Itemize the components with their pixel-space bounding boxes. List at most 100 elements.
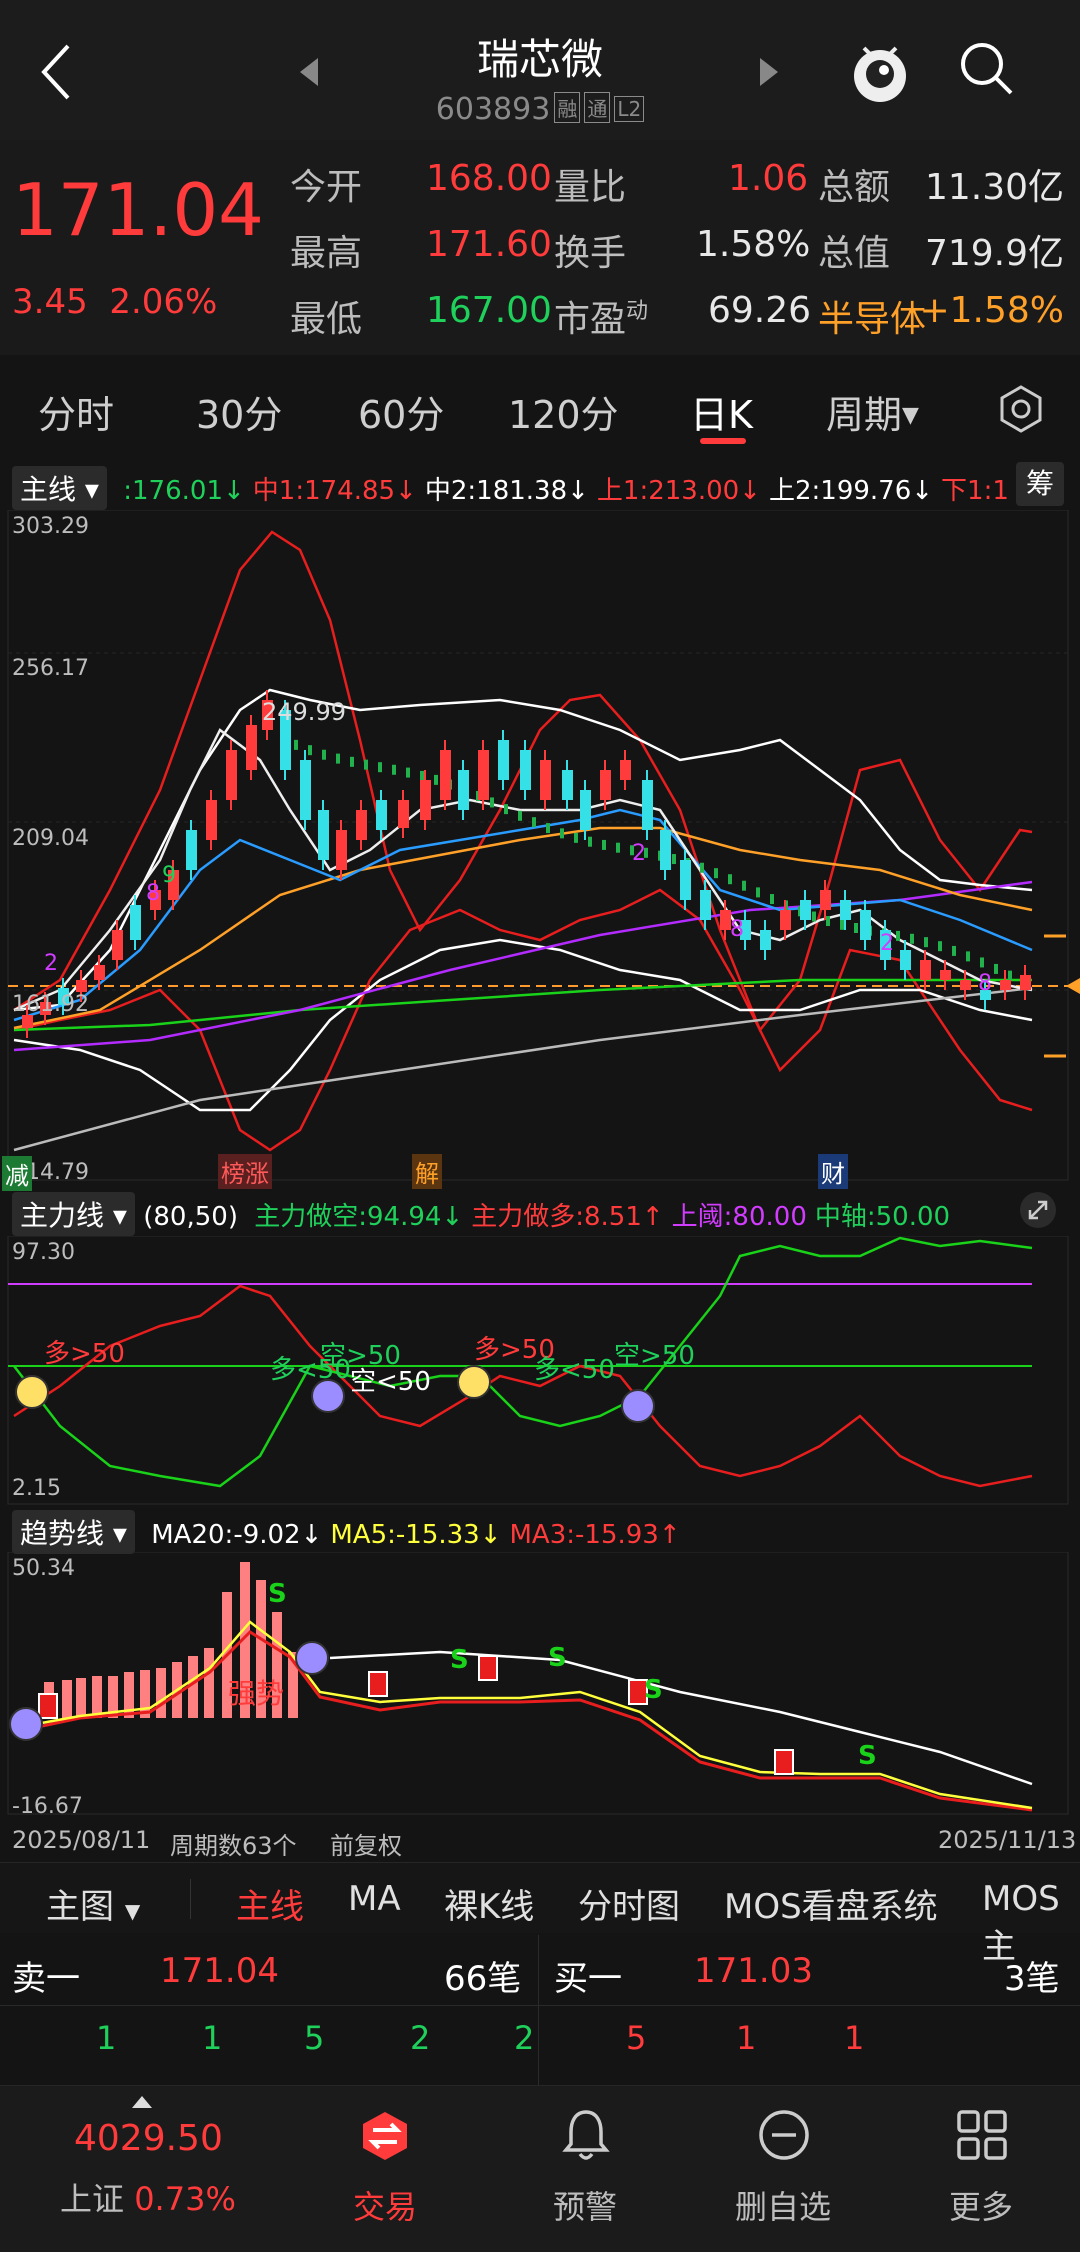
dotted-signal-line — [504, 804, 508, 815]
indicator-value: 上1:213.00↓ — [596, 476, 761, 506]
dotted-signal-line — [392, 764, 396, 775]
power-indicator-row: 主力线 ▾ (80,50) 主力做空:94.94↓ 主力做多:8.51↑ 上阈:80… — [12, 1192, 950, 1236]
candle-body — [580, 790, 591, 830]
tab-main-chart[interactable]: 主图 ▼ — [46, 1879, 140, 1928]
signal-icon — [9, 1707, 43, 1741]
tab-daily[interactable]: 日K — [690, 384, 753, 439]
candle-body — [1000, 980, 1011, 990]
nav-more-label: 更多 — [948, 2188, 1013, 2226]
kline-chart[interactable]: 2892828 — [0, 510, 1080, 1182]
adjust-mode[interactable]: 前复权 — [330, 1826, 402, 1861]
dotted-signal-line — [812, 911, 816, 922]
buy-detail-1: 5 — [626, 2019, 647, 2057]
power-indicator-values: 主力做空:94.94↓ 主力做多:8.51↑ 上阈:80.00 中轴:50.00 — [246, 1202, 950, 1232]
ma20-line — [329, 1650, 1033, 1786]
nav-trade[interactable]: 交易 — [300, 2086, 470, 2252]
candle-body — [960, 980, 971, 990]
quote-value: 11.30亿 — [924, 167, 1064, 208]
sell-price: 171.04 — [160, 1951, 279, 1991]
nav-alert-label: 预警 — [552, 2188, 617, 2226]
tab-period[interactable]: 周期▼ — [826, 384, 919, 439]
signal-icon — [311, 1379, 345, 1413]
quote-value: 69.26 — [708, 290, 812, 331]
trend-indicator-values: MA20:-9.02↓ MA5:-15.33↓ MA3:-15.93↑ — [143, 1520, 680, 1550]
index-widget[interactable]: 4029.50 上证 0.73% — [0, 2086, 290, 2252]
expand-icon[interactable] — [1016, 1190, 1060, 1230]
index-name: 上证 — [60, 2180, 125, 2218]
candle-body — [800, 900, 811, 920]
badge-reduce[interactable]: 减 — [2, 1156, 32, 1191]
badge-rank[interactable]: 榜涨 — [218, 1154, 272, 1189]
indicator-value: MA20:-9.02↓ — [151, 1520, 323, 1550]
sequence-digit: 9 — [162, 863, 176, 888]
quote-label[interactable]: 半导体 — [818, 290, 926, 342]
candle-body — [820, 890, 831, 910]
dotted-signal-line — [532, 817, 536, 828]
sell-detail-3: 5 — [304, 2019, 325, 2057]
candle-body — [660, 830, 671, 870]
power-params: (80,50) — [143, 1202, 238, 1232]
upper-white-band — [13, 688, 1033, 1012]
dotted-signal-line — [700, 862, 704, 873]
quote-value: 1.06 — [728, 158, 809, 199]
dotted-signal-line — [602, 839, 606, 850]
dropdown-icon: ▼ — [124, 1899, 141, 1923]
power-indicator-selector[interactable]: 主力线 ▾ — [12, 1192, 135, 1236]
sell-detail-5: 2 — [514, 2019, 535, 2057]
badge-unlock[interactable]: 解 — [412, 1154, 442, 1189]
dotted-signal-line — [1008, 970, 1012, 981]
candle-body — [562, 770, 573, 800]
candle-body — [226, 750, 237, 800]
tab-naked-k[interactable]: 裸K线 — [444, 1879, 534, 1928]
trend-indicator-selector[interactable]: 趋势线 ▾ — [12, 1510, 135, 1554]
trend-chart[interactable]: S S S S S — [0, 1552, 1080, 1816]
tab-mainline[interactable]: 主线 — [236, 1879, 304, 1928]
dotted-signal-line — [322, 749, 326, 760]
lower-band-line — [13, 888, 1033, 1152]
tab-timeshare[interactable]: 分时 — [38, 384, 114, 439]
trend-indicator-name: 趋势线 — [20, 1517, 105, 1550]
sequence-digit: 2 — [44, 951, 58, 976]
main-indicator-selector[interactable]: 主线 ▾ — [12, 466, 107, 510]
dotted-signal-line — [770, 894, 774, 905]
nav-remove-watch[interactable]: 删自选 — [698, 2086, 868, 2252]
candle-body — [112, 930, 123, 960]
dotted-signal-line — [756, 887, 760, 898]
signal-icon — [15, 1375, 49, 1409]
candle-body — [760, 930, 771, 950]
quote-label: 总值 — [818, 233, 891, 274]
nav-more[interactable]: 更多 — [896, 2086, 1066, 2252]
indicator-value: 主力做空:94.94↓ — [254, 1202, 464, 1232]
dotted-signal-line — [714, 868, 718, 879]
tab-mos-system[interactable]: MOS看盘系统 — [724, 1879, 938, 1928]
candle-body — [680, 860, 691, 900]
quote-label: 最低 — [290, 299, 363, 340]
tab-timeshare-chart[interactable]: 分时图 — [578, 1879, 680, 1928]
chip-button[interactable]: 筹 — [1016, 462, 1064, 506]
tab-30min[interactable]: 30分 — [196, 384, 282, 439]
candle-body — [600, 770, 611, 800]
settings-icon[interactable] — [996, 384, 1046, 434]
tab-120min[interactable]: 120分 — [508, 384, 619, 439]
stock-code: 603893 — [435, 92, 551, 127]
dotted-signal-line — [294, 739, 298, 750]
dotted-signal-line — [378, 762, 382, 773]
indicator-value: 中轴:50.00 — [814, 1202, 951, 1232]
quote-label: 今开 — [290, 167, 363, 208]
sell-detail-2: 1 — [202, 2019, 223, 2057]
badge-finance[interactable]: 财 — [818, 1154, 848, 1189]
tab-ma[interactable]: MA — [348, 1879, 401, 1919]
dotted-signal-line — [728, 874, 732, 885]
change-percent: 2.06% — [109, 282, 218, 322]
nav-alert[interactable]: 预警 — [500, 2086, 670, 2252]
dotted-signal-line — [490, 797, 494, 808]
candle-body — [1020, 975, 1031, 990]
dotted-signal-line — [588, 836, 592, 847]
sell-signal-icon: S — [858, 1741, 877, 1771]
index-name-row: 上证 0.73% — [60, 2174, 236, 2220]
tab-60min[interactable]: 60分 — [358, 384, 444, 439]
indicator-tabs: 主图 ▼ 主线 MA 裸K线 分时图 MOS看盘系统 MOS主 — [0, 1862, 1080, 1967]
power-chart[interactable]: 多>50多<50空>50空<50多>50多<50 空>50 — [0, 1236, 1080, 1506]
candle-body — [76, 980, 87, 992]
candle-body — [620, 760, 631, 780]
